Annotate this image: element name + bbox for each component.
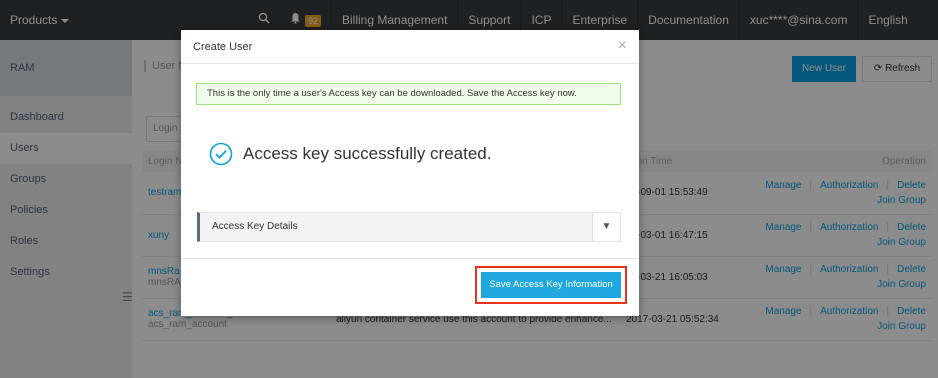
save-access-key-button[interactable]: Save Access Key Information [481,272,621,298]
dialog-title: Create User [181,30,639,64]
dialog-footer: Save Access Key Information [181,258,639,316]
chevron-down-icon[interactable]: ▼ [592,213,620,241]
access-key-details-panel[interactable]: Access Key Details ▼ [197,212,621,242]
download-warning-alert: This is the only time a user's Access ke… [196,83,621,105]
check-circle-icon [209,142,233,166]
close-icon[interactable]: × [618,36,627,56]
highlight-box: Save Access Key Information [475,266,627,304]
success-text: Access key successfully created. [243,144,492,163]
access-key-details-label: Access Key Details [212,221,298,232]
success-message: Access key successfully created. [209,142,491,166]
create-user-dialog: Create User × This is the only time a us… [181,30,639,316]
